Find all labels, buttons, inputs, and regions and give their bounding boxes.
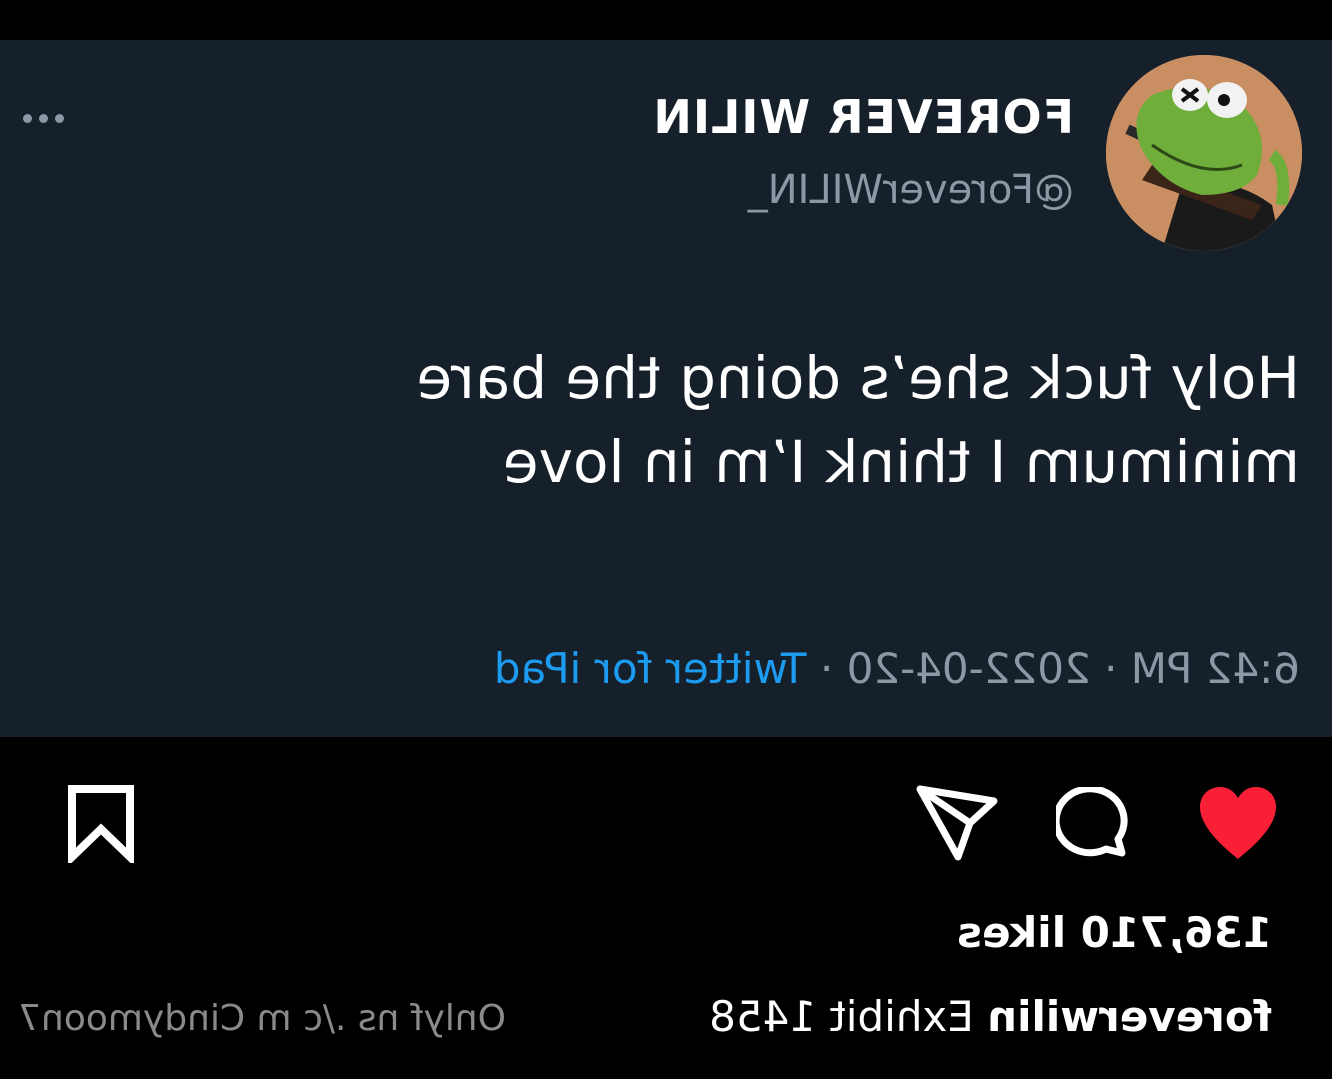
more-dot (23, 113, 32, 123)
tweet-source-link[interactable]: Twitter for iPad (494, 644, 807, 693)
more-dot (39, 113, 48, 123)
tweet-time: 6:42 PM (1130, 644, 1300, 693)
avatar[interactable] (1106, 55, 1302, 251)
watermark-text: Onlyf ns ./c m Cindymoon7 (18, 998, 506, 1039)
comment-bubble-icon[interactable] (1056, 787, 1136, 863)
bookmark-icon[interactable] (66, 783, 136, 863)
tweet-date: 2022-04-20 (846, 644, 1091, 693)
tweet-card: FOREVER WILIN @ForeverWILIN_ Holy fuck s… (0, 40, 1332, 737)
post-caption: foreverwilin Exhibit 1458 (709, 992, 1272, 1041)
caption-text: Exhibit 1458 (709, 992, 974, 1041)
paper-plane-icon[interactable] (914, 783, 1000, 863)
more-horizontal-icon[interactable] (4, 108, 64, 128)
tweet-text: Holy fuck she’s doing the bare minimum I… (220, 336, 1300, 504)
meta-separator: · (819, 644, 834, 693)
tweet-text-line: minimum I think I’m in love (502, 428, 1300, 496)
more-dot (55, 113, 64, 123)
kermit-frog-avatar-icon (1106, 55, 1302, 251)
post-action-bar (0, 737, 1332, 897)
display-name[interactable]: FOREVER WILIN (652, 90, 1074, 144)
caption-username[interactable]: foreverwilin (987, 992, 1272, 1041)
tweet-meta: 6:42 PM · 2022-04-20 · Twitter for iPad (494, 644, 1300, 693)
heart-filled-icon[interactable] (1196, 783, 1280, 863)
tweet-text-line: Holy fuck she’s doing the bare (416, 344, 1300, 412)
user-handle[interactable]: @ForeverWILIN_ (748, 167, 1074, 213)
status-strip (0, 0, 1332, 40)
likes-count[interactable]: 136,710 likes (957, 908, 1272, 957)
meta-separator: · (1104, 644, 1118, 693)
post-screenshot: FOREVER WILIN @ForeverWILIN_ Holy fuck s… (0, 0, 1332, 1079)
